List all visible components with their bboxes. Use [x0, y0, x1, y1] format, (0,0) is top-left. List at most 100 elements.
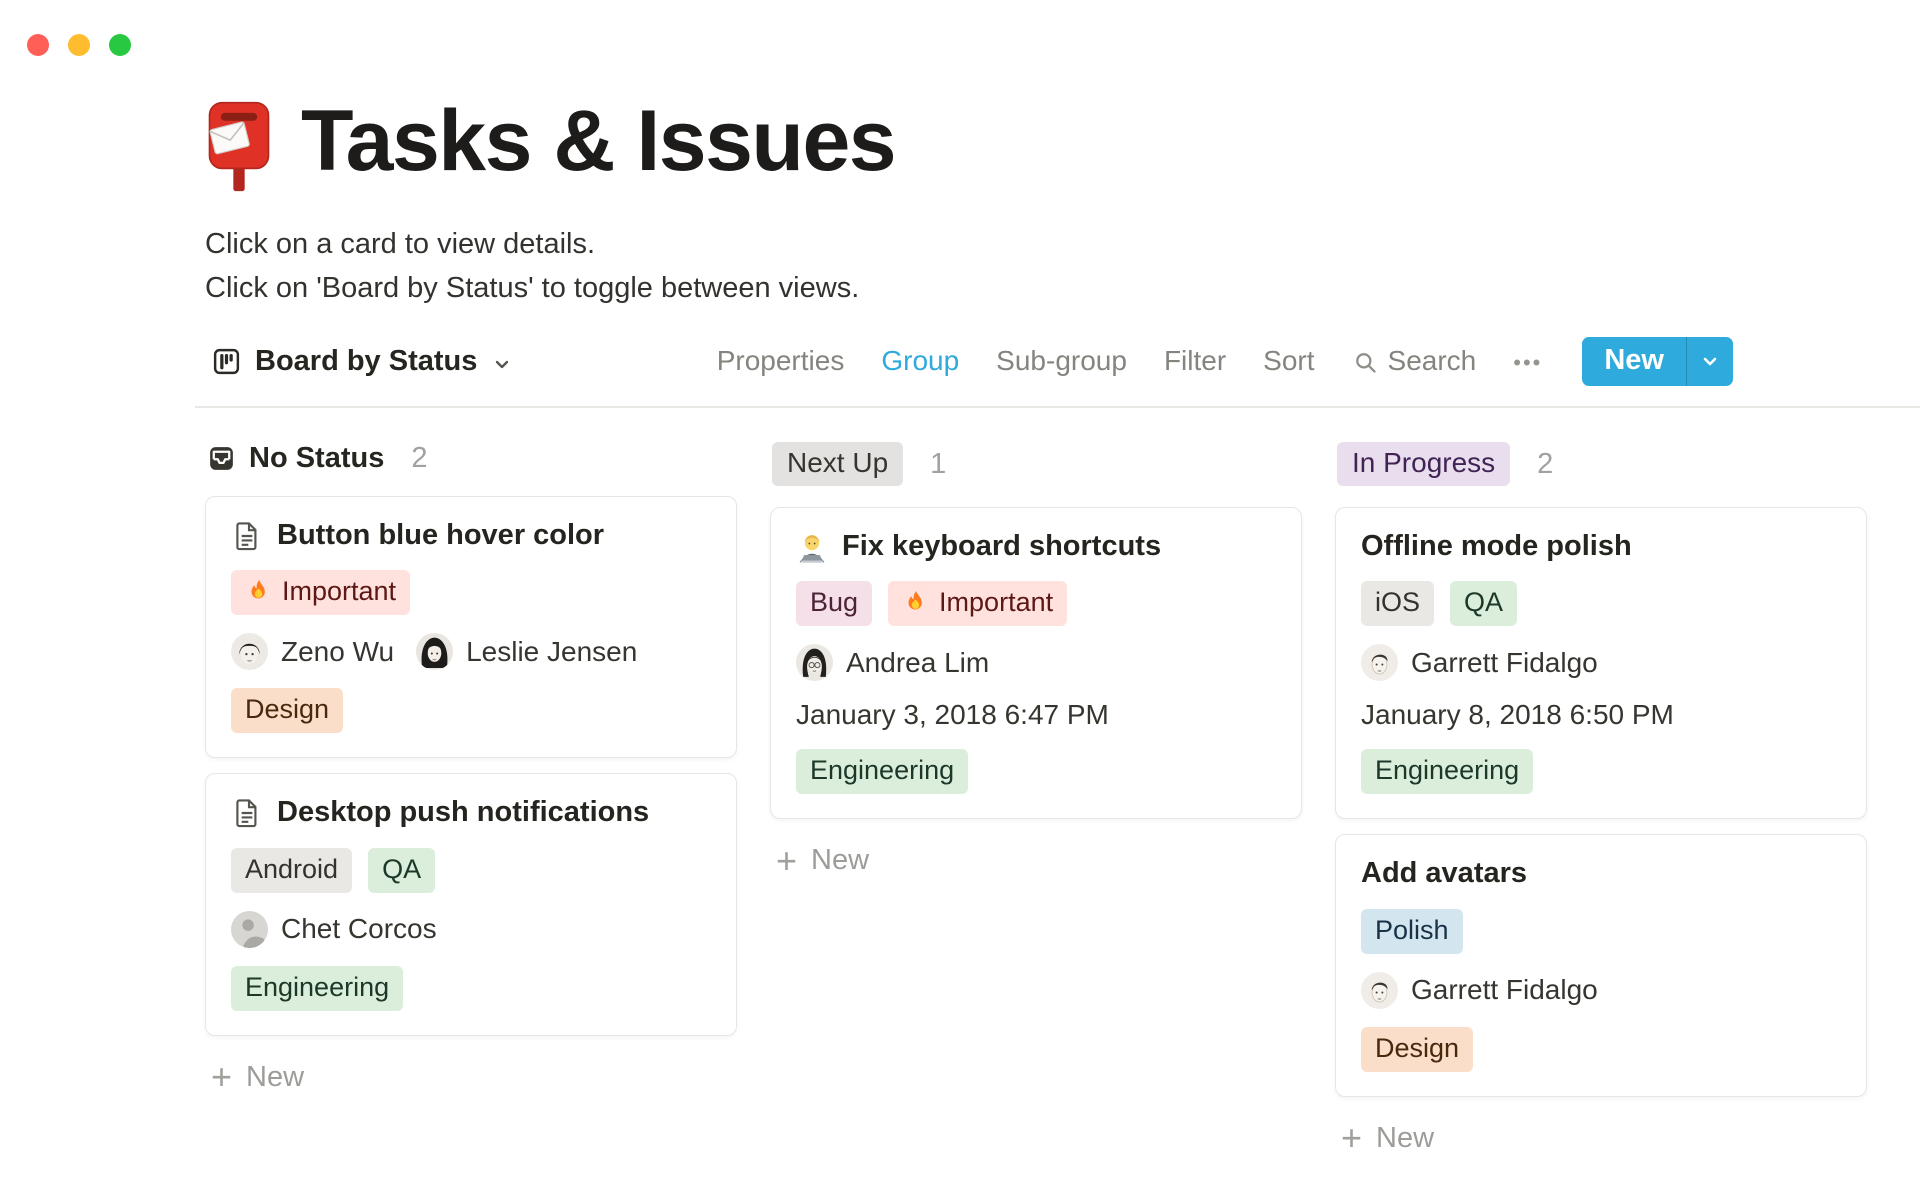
add-card-label: New — [246, 1060, 305, 1093]
assignee-leslie-jensen: Leslie Jensen — [416, 633, 638, 671]
card-offline-mode-polish[interactable]: Offline mode polish iOS QA Garrett Fidal… — [1335, 507, 1867, 820]
add-card-button[interactable]: + New — [205, 1051, 310, 1104]
card-button-blue-hover-color[interactable]: Button blue hover color Important Zeno W… — [205, 496, 737, 759]
add-card-label: New — [811, 844, 870, 877]
technologist-emoji — [796, 531, 828, 563]
sort-button[interactable]: Sort — [1263, 343, 1314, 379]
column-header-next-up[interactable]: Next Up 1 — [772, 442, 946, 486]
column-count: 1 — [930, 447, 947, 480]
column-status-pill: In Progress — [1337, 442, 1511, 486]
tag-qa: QA — [368, 847, 436, 893]
assignee-chet-corcos: Chet Corcos — [231, 910, 437, 948]
plus-icon: + — [211, 1056, 233, 1098]
assignee-garrett-fidalgo: Garrett Fidalgo — [1361, 644, 1598, 682]
inbox-icon — [207, 444, 236, 473]
page-description: Click on a card to view details. Click o… — [205, 222, 1735, 310]
tag-label: Important — [939, 587, 1054, 618]
tag-important: Important — [888, 581, 1068, 627]
assignee-zeno-wu: Zeno Wu — [231, 633, 395, 671]
card-date: January 3, 2018 6:47 PM — [796, 699, 1109, 731]
tag-ios: iOS — [1361, 581, 1435, 627]
fire-icon — [902, 589, 929, 616]
avatar-andrea-lim — [796, 644, 833, 682]
assignee-name: Garrett Fidalgo — [1411, 974, 1598, 1006]
tag-polish: Polish — [1361, 908, 1463, 954]
tag-engineering: Engineering — [1361, 749, 1534, 795]
plus-icon: + — [1341, 1117, 1363, 1159]
column-next-up: Next Up 1 Fix keyboard shortcuts Bug Imp… — [770, 440, 1302, 1165]
postbox-emoji[interactable] — [205, 100, 273, 196]
add-card-button[interactable]: + New — [770, 834, 875, 887]
group-button[interactable]: Group — [881, 343, 959, 379]
add-card-label: New — [1376, 1121, 1435, 1154]
view-switcher-label: Board by Status — [255, 344, 478, 377]
tag-engineering: Engineering — [796, 749, 969, 795]
card-title: Button blue hover color — [277, 519, 605, 551]
avatar-garrett-fidalgo — [1361, 644, 1398, 682]
avatar-garrett-fidalgo — [1361, 971, 1398, 1009]
plus-icon: + — [776, 839, 798, 881]
add-card-button[interactable]: + New — [1335, 1112, 1440, 1165]
tag-android: Android — [231, 847, 353, 893]
sub-group-button[interactable]: Sub-group — [996, 343, 1127, 379]
new-button-group: New — [1582, 336, 1733, 386]
tag-label: Important — [282, 576, 397, 607]
tag-label: Bug — [810, 587, 859, 618]
page-header: Tasks & Issues Click on a card to view d… — [205, 96, 1735, 310]
assignee-name: Andrea Lim — [846, 646, 990, 678]
tag-label: QA — [1464, 587, 1504, 618]
tag-bug: Bug — [796, 581, 873, 627]
chevron-down-icon — [1698, 349, 1722, 373]
card-desktop-push-notifications[interactable]: Desktop push notifications Android QA Ch… — [205, 773, 737, 1036]
column-header-in-progress[interactable]: In Progress 2 — [1337, 442, 1553, 486]
properties-button[interactable]: Properties — [717, 343, 845, 379]
minimize-window-button[interactable] — [68, 34, 90, 56]
filter-button[interactable]: Filter — [1164, 343, 1226, 379]
tag-label: QA — [382, 853, 422, 884]
view-switcher-board-by-status[interactable]: Board by Status — [205, 341, 520, 382]
view-toolbar: Board by Status Properties Group Sub-gro… — [205, 333, 1733, 389]
card-add-avatars[interactable]: Add avatars Polish Garrett Fidalgo Desig… — [1335, 834, 1867, 1097]
column-header-no-status[interactable]: No Status 2 — [207, 442, 427, 475]
tag-design: Design — [231, 688, 344, 734]
toolbar-actions: Properties Group Sub-group Filter Sort S… — [717, 336, 1733, 386]
chevron-down-icon — [490, 352, 514, 376]
zoom-window-button[interactable] — [109, 34, 131, 56]
search-button[interactable]: Search — [1352, 343, 1477, 379]
column-count: 2 — [1537, 447, 1554, 480]
card-title: Add avatars — [1361, 857, 1528, 890]
avatar-zeno-wu — [231, 633, 268, 671]
card-title: Desktop push notifications — [277, 796, 650, 829]
page-title: Tasks & Issues — [301, 93, 897, 189]
tag-design: Design — [1361, 1026, 1474, 1072]
column-no-status: No Status 2 Button blue hover color Impo… — [205, 440, 737, 1165]
assignee-andrea-lim: Andrea Lim — [796, 644, 990, 682]
new-button[interactable]: New — [1582, 337, 1686, 386]
page-title-row: Tasks & Issues — [205, 96, 1735, 196]
assignee-name: Chet Corcos — [281, 913, 437, 945]
search-icon — [1352, 349, 1379, 376]
tag-label: iOS — [1375, 587, 1421, 618]
column-count: 2 — [411, 442, 428, 474]
tag-label: Android — [245, 853, 339, 884]
ellipsis-icon: ••• — [1513, 350, 1543, 375]
page-icon — [231, 520, 263, 552]
new-dropdown-button[interactable] — [1686, 336, 1733, 386]
assignee-name: Leslie Jensen — [466, 635, 638, 667]
search-label: Search — [1387, 345, 1477, 376]
assignee-name: Zeno Wu — [281, 635, 395, 667]
card-fix-keyboard-shortcuts[interactable]: Fix keyboard shortcuts Bug Important And… — [770, 507, 1302, 820]
card-date: January 8, 2018 6:50 PM — [1361, 699, 1674, 731]
tag-engineering: Engineering — [231, 965, 404, 1011]
more-options-button[interactable]: ••• — [1513, 344, 1542, 378]
assignee-garrett-fidalgo: Garrett Fidalgo — [1361, 971, 1598, 1009]
tag-label: Polish — [1375, 914, 1449, 945]
column-in-progress: In Progress 2 Offline mode polish iOS QA — [1335, 440, 1867, 1165]
tag-label: Design — [245, 694, 330, 725]
page-description-line-1: Click on a card to view details. — [205, 228, 596, 260]
close-window-button[interactable] — [27, 34, 49, 56]
tag-label: Engineering — [245, 971, 390, 1002]
fire-icon — [245, 578, 272, 605]
tag-important: Important — [231, 570, 411, 616]
column-status-pill: Next Up — [772, 442, 904, 486]
